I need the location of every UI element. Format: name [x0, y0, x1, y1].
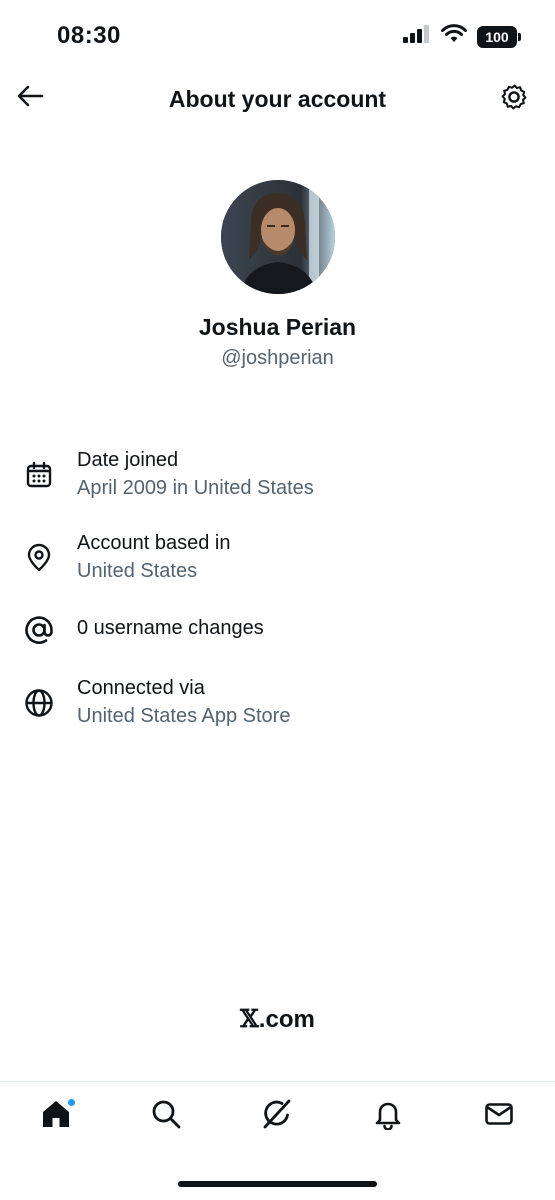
calendar-icon	[22, 458, 56, 492]
tab-search[interactable]	[148, 1098, 184, 1134]
settings-button[interactable]	[497, 82, 531, 116]
bell-icon	[372, 1098, 404, 1135]
x-logo-mark: 𝕏	[240, 1004, 259, 1033]
info-title: Connected via	[77, 677, 205, 699]
top-header: About your account	[0, 70, 555, 130]
status-time: 08:30	[57, 22, 121, 49]
grok-icon	[260, 1097, 294, 1136]
profile-name: Joshua Perian	[198, 314, 357, 340]
x-com-logo: 𝕏.com	[0, 1004, 555, 1034]
mail-icon	[483, 1098, 515, 1135]
info-row-username-changes: 0 username changes	[0, 614, 555, 646]
tab-home[interactable]	[38, 1098, 76, 1134]
tab-grok[interactable]	[259, 1098, 295, 1134]
notification-dot	[67, 1098, 76, 1107]
search-icon	[150, 1098, 182, 1135]
location-pin-icon	[22, 541, 56, 575]
avatar	[220, 180, 335, 294]
x-logo-text: .com	[258, 1006, 315, 1033]
status-icons: 100	[403, 24, 521, 49]
info-title: Date joined	[77, 449, 179, 471]
signal-icon	[403, 25, 431, 48]
bottom-tab-bar	[0, 1081, 555, 1200]
info-value: United States App Store	[77, 705, 291, 727]
globe-icon	[22, 686, 56, 720]
at-sign-icon	[22, 613, 56, 647]
info-value: United States	[77, 560, 198, 582]
battery-icon: 100	[477, 25, 521, 48]
info-row-account-based-in: Account based in United States	[0, 529, 555, 589]
info-value: April 2009 in United States	[77, 477, 314, 499]
home-indicator	[178, 1181, 377, 1187]
profile-section: Joshua Perian @joshperian	[0, 180, 555, 370]
tab-notifications[interactable]	[370, 1098, 406, 1134]
wifi-icon	[441, 24, 467, 49]
info-row-date-joined: Date joined April 2009 in United States	[0, 446, 555, 506]
profile-handle: @joshperian	[221, 347, 334, 369]
gear-icon	[499, 82, 529, 117]
info-title: 0 username changes	[77, 617, 264, 639]
status-bar: 08:30 100	[0, 0, 555, 70]
info-row-connected-via: Connected via United States App Store	[0, 674, 555, 734]
page-title: About your account	[168, 86, 387, 112]
tab-messages[interactable]	[481, 1098, 517, 1134]
info-title: Account based in	[77, 532, 231, 554]
